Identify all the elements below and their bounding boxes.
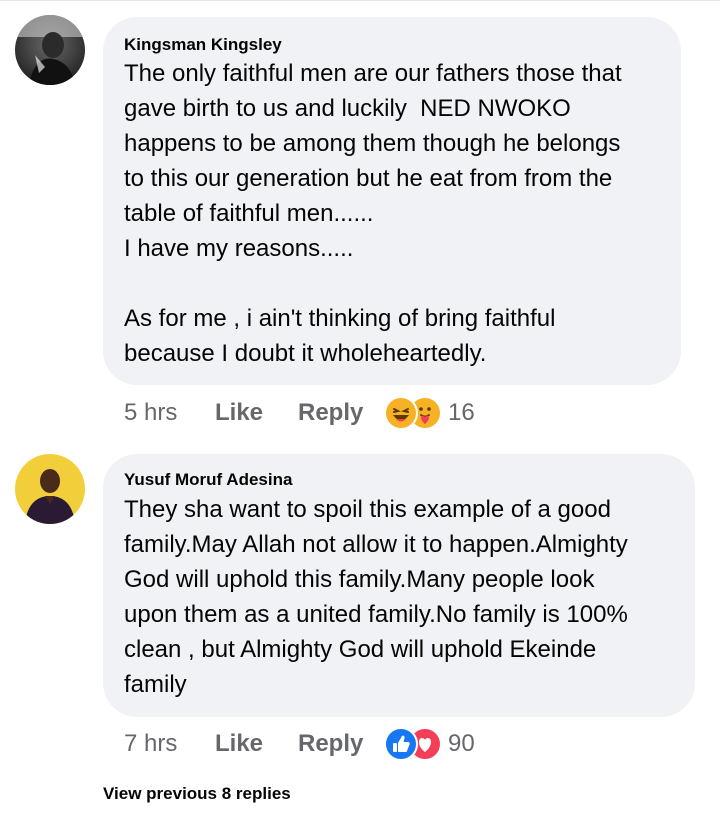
reaction-count: 90 [448, 730, 475, 757]
comment-author[interactable]: Kingsman Kingsley [124, 35, 282, 55]
reaction-summary[interactable]: 90 [384, 724, 475, 764]
haha-icon [384, 396, 418, 430]
view-previous-replies-link[interactable]: View previous 8 replies [103, 784, 291, 804]
comment-author[interactable]: Yusuf Moruf Adesina [124, 470, 292, 490]
reply-button[interactable]: Reply [298, 730, 363, 758]
avatar[interactable] [15, 15, 85, 85]
comment-time[interactable]: 7 hrs [124, 730, 177, 758]
like-button[interactable]: Like [215, 399, 263, 427]
comment-text: The only faithful men are our fathers th… [124, 60, 622, 367]
like-icon [384, 727, 418, 761]
reaction-summary[interactable]: 16 [384, 393, 475, 433]
top-divider [0, 0, 720, 1]
comment-text: They sha want to spoil this example of a… [124, 496, 628, 698]
reply-button[interactable]: Reply [298, 399, 363, 427]
avatar[interactable] [15, 454, 85, 524]
reaction-count: 16 [448, 399, 475, 426]
comment-time[interactable]: 5 hrs [124, 399, 177, 427]
like-button[interactable]: Like [215, 730, 263, 758]
